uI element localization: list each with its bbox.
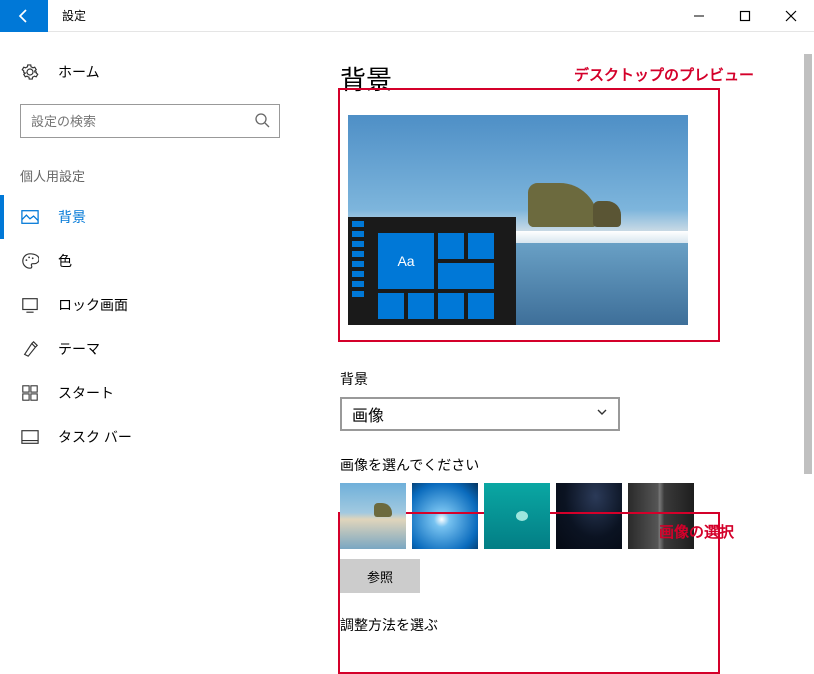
theme-icon [20, 339, 40, 359]
home-link[interactable]: ホーム [0, 56, 300, 88]
annotation-select: 画像の選択 [659, 521, 734, 542]
close-button[interactable] [768, 0, 814, 32]
chevron-down-icon [596, 405, 608, 423]
nav-label: 背景 [58, 207, 86, 227]
wallpaper-thumb-4[interactable] [556, 483, 622, 549]
start-icon [20, 383, 40, 403]
desktop-preview: Aa [348, 115, 688, 325]
sidebar: ホーム 個人用設定 背景 色 ロック画面 テーマ スタート [0, 32, 300, 674]
minimize-button[interactable] [676, 0, 722, 32]
nav-taskbar[interactable]: タスク バー [0, 415, 300, 459]
nav-colors[interactable]: 色 [0, 239, 300, 283]
background-dropdown[interactable]: 画像 [340, 397, 620, 431]
fit-label: 調整方法を選ぶ [340, 615, 774, 635]
nav-label: スタート [58, 383, 114, 403]
window-title: 設定 [62, 7, 86, 24]
lockscreen-icon [20, 295, 40, 315]
wallpaper-thumb-1[interactable] [340, 483, 406, 549]
search-icon [254, 112, 270, 133]
scrollbar-thumb[interactable] [804, 54, 812, 474]
gear-icon [20, 62, 40, 82]
preview-tile-aa: Aa [378, 233, 434, 289]
nav-background[interactable]: 背景 [0, 195, 300, 239]
content-area: 背景 デスクトップのプレビュー Aa [300, 32, 814, 674]
wallpaper-thumb-2[interactable] [412, 483, 478, 549]
nav-themes[interactable]: テーマ [0, 327, 300, 371]
nav-label: タスク バー [58, 427, 132, 447]
browse-button[interactable]: 参照 [340, 559, 420, 593]
back-button[interactable] [0, 0, 48, 32]
nav-label: 色 [58, 251, 72, 271]
annotation-preview: デスクトップのプレビュー [574, 64, 754, 85]
nav-start[interactable]: スタート [0, 371, 300, 415]
window-controls [676, 0, 814, 32]
nav-label: ロック画面 [58, 295, 128, 315]
search-field[interactable] [20, 104, 280, 138]
home-label: ホーム [58, 62, 100, 82]
titlebar: 設定 [0, 0, 814, 32]
search-input[interactable] [20, 104, 280, 138]
taskbar-icon [20, 427, 40, 447]
scrollbar[interactable] [804, 54, 812, 668]
wallpaper-thumb-3[interactable] [484, 483, 550, 549]
section-header: 個人用設定 [0, 166, 300, 195]
background-label: 背景 [340, 369, 774, 389]
palette-icon [20, 251, 40, 271]
nav-label: テーマ [58, 339, 100, 359]
choose-label: 画像を選んでください [340, 455, 774, 475]
dropdown-value: 画像 [352, 402, 384, 426]
maximize-button[interactable] [722, 0, 768, 32]
nav-lockscreen[interactable]: ロック画面 [0, 283, 300, 327]
picture-icon [20, 207, 40, 227]
